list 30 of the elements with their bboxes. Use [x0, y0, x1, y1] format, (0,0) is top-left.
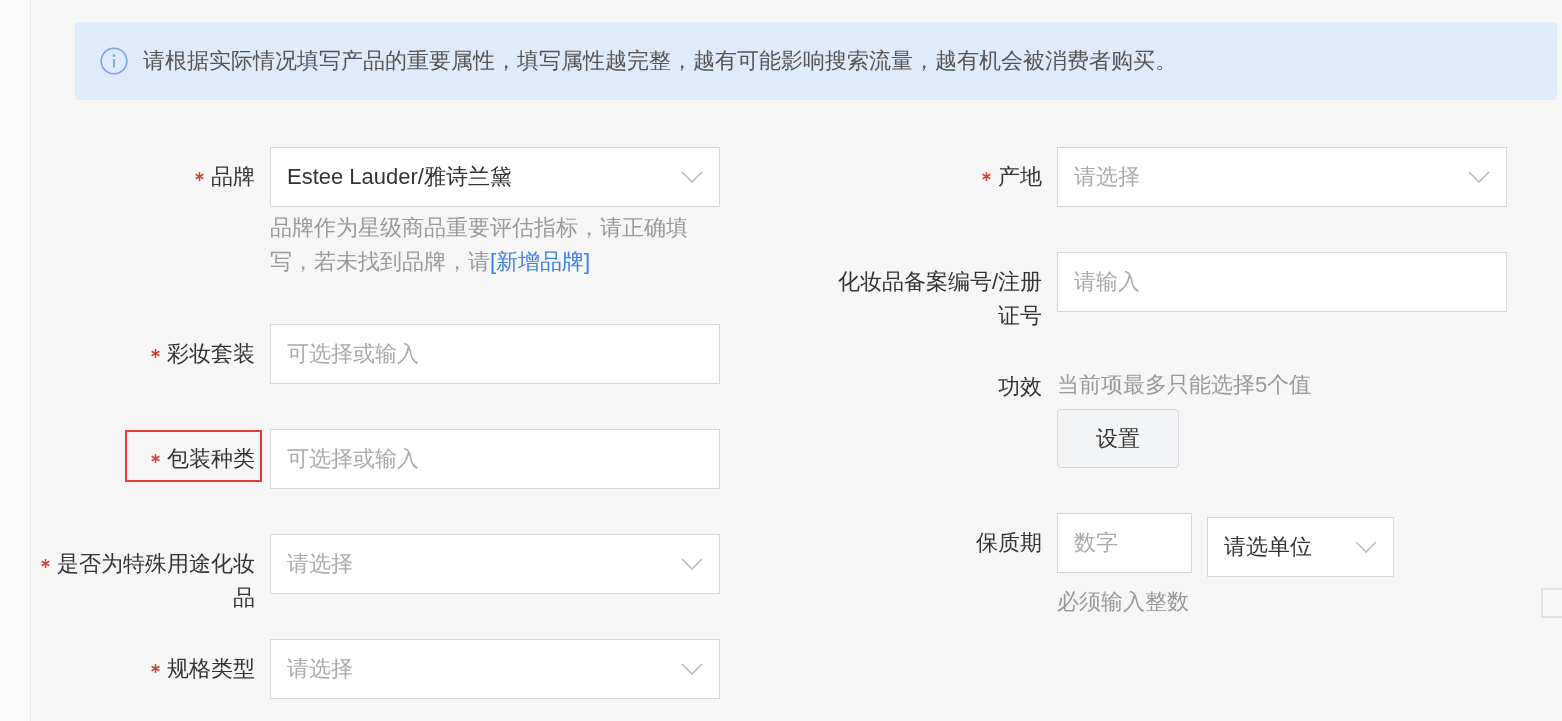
field-label: 是否为特殊用途化妆品: [57, 551, 255, 610]
field-label: 化妆品备案编号/注册证号: [837, 269, 1042, 328]
field-label: 功效: [998, 374, 1042, 399]
select-field[interactable]: Estee Lauder/雅诗兰黛: [270, 147, 720, 207]
field-label: 品牌: [211, 164, 255, 189]
field-label: 规格类型: [167, 656, 255, 681]
unit-select[interactable]: 请选单位: [1207, 517, 1394, 577]
select-field[interactable]: 请选择: [270, 639, 720, 699]
number-field[interactable]: 数字: [1057, 513, 1192, 573]
chevron-down-icon: [681, 663, 703, 675]
notice-text: 请根据实际情况填写产品的重要属性，填写属性越完整，越有可能影响搜索流量，越有机会被消费者购买。: [143, 47, 1177, 75]
hint-text: 品牌作为星级商品重要评估指标，请正确填写，若未找到品牌，请[新增品牌]: [270, 214, 689, 276]
text-field[interactable]: 请输入: [1057, 252, 1507, 312]
field-note: 当前项最多只能选择5个值: [1057, 371, 1312, 399]
settings-button[interactable]: 设置: [1057, 409, 1179, 468]
field-label: 包装种类: [167, 446, 255, 471]
select-field[interactable]: 请选择: [270, 534, 720, 594]
chevron-down-icon: [1468, 171, 1490, 183]
field-label: 彩妆套装: [167, 341, 255, 366]
field-label: 保质期: [976, 530, 1042, 555]
info-icon: [100, 47, 128, 75]
chevron-down-icon: [1355, 541, 1377, 553]
text-field[interactable]: 可选择或输入: [270, 324, 720, 384]
chevron-down-icon: [681, 558, 703, 570]
text-field[interactable]: 可选择或输入: [270, 429, 720, 489]
add-brand-link[interactable]: [新增品牌]: [490, 249, 591, 274]
chevron-down-icon: [681, 171, 703, 183]
hint-text: 必须输入整数: [1057, 588, 1189, 616]
select-field[interactable]: 请选择: [1057, 147, 1507, 207]
field-label: 产地: [998, 164, 1042, 189]
